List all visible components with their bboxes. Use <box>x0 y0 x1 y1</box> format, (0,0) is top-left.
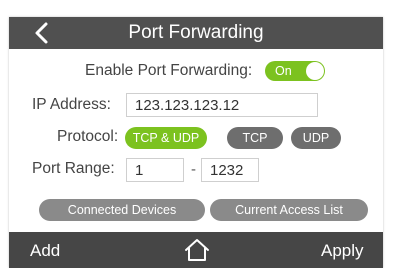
protocol-tcp-udp-button[interactable]: TCP & UDP <box>125 127 207 149</box>
protocol-udp-button[interactable]: UDP <box>291 127 341 149</box>
port-end-input[interactable] <box>201 158 259 182</box>
port-range-separator: - <box>191 161 196 178</box>
protocol-label: Protocol: <box>57 128 119 145</box>
toggle-state-label: On <box>275 64 292 78</box>
title-bar: Port Forwarding <box>9 17 383 49</box>
enable-port-forwarding-label: Enable Port Forwarding: <box>85 62 253 79</box>
apply-button[interactable]: Apply <box>321 240 364 262</box>
port-range-label: Port Range: <box>32 160 115 177</box>
page-title: Port Forwarding <box>128 22 264 43</box>
add-button[interactable]: Add <box>30 240 60 262</box>
ip-address-input[interactable] <box>126 93 318 117</box>
home-button[interactable] <box>184 238 210 262</box>
toggle-knob <box>306 62 324 80</box>
enable-port-forwarding-toggle[interactable]: On <box>265 61 325 81</box>
bottom-bar: Add Apply <box>9 232 383 268</box>
port-forwarding-form: Enable Port Forwarding: On IP Address: P… <box>9 49 383 232</box>
home-icon <box>185 239 209 261</box>
ip-address-label: IP Address: <box>32 96 111 113</box>
current-access-list-button[interactable]: Current Access List <box>210 199 368 221</box>
protocol-tcp-button[interactable]: TCP <box>227 127 283 149</box>
connected-devices-button[interactable]: Connected Devices <box>39 199 205 221</box>
device-screen: Port Forwarding Enable Port Forwarding: … <box>9 17 383 268</box>
port-start-input[interactable] <box>126 158 184 182</box>
